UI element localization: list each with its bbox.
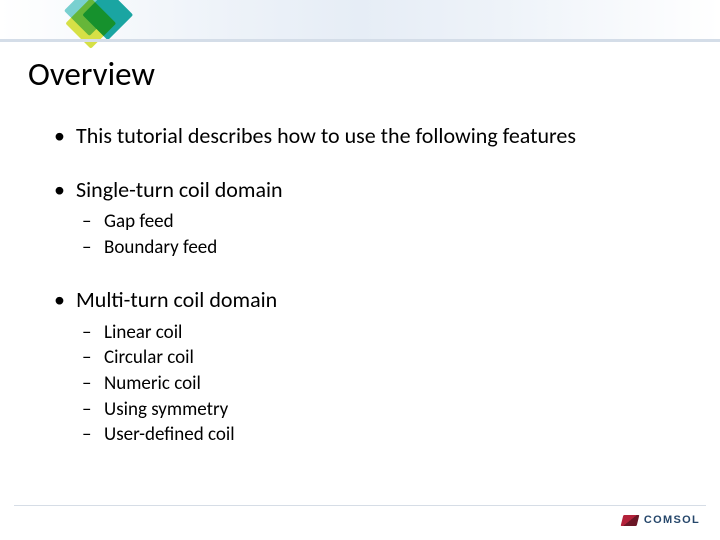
logo-flag-icon [621,515,640,526]
logo-text: COMSOL [644,514,700,526]
logo-chip [63,0,138,54]
slide-body: This tutorial describes how to use the f… [48,122,668,474]
slide-title: Overview [28,54,155,94]
footer-rule [14,505,706,506]
subbullet-text: Using symmetry [104,398,228,421]
subbullet: Boundary feed [76,235,668,261]
subbullet: User-defined coil [76,422,668,448]
slide: Overview This tutorial describes how to … [0,0,720,540]
subbullet-text: Numeric coil [104,372,201,395]
subbullet: Numeric coil [76,371,668,397]
bullet-text: Multi-turn coil domain [76,286,277,313]
subbullet: Using symmetry [76,397,668,423]
footer-logo: COMSOL [622,514,700,526]
top-banner [0,0,720,42]
subbullet-text: Boundary feed [104,236,217,259]
subbullet-text: Gap feed [104,210,174,233]
subbullet-text: Linear coil [104,321,182,344]
subbullet-text: Circular coil [104,346,194,369]
bullet-single: Single-turn coil domain Gap feed Boundar… [48,176,668,261]
subbullet: Gap feed [76,209,668,235]
subbullet: Linear coil [76,320,668,346]
bullet-text: This tutorial describes how to use the f… [76,122,576,149]
bullet-multi: Multi-turn coil domain Linear coil Circu… [48,286,668,448]
subbullet-text: User-defined coil [104,423,235,446]
subbullet: Circular coil [76,345,668,371]
bullet-text: Single-turn coil domain [76,176,283,203]
bullet-intro: This tutorial describes how to use the f… [48,122,668,150]
